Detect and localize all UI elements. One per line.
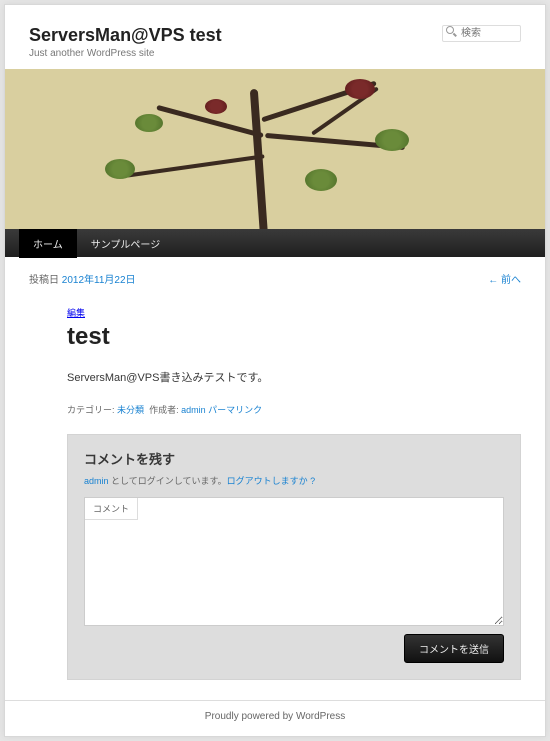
- prev-post-link[interactable]: ← 前へ: [488, 271, 521, 286]
- category-label: カテゴリー:: [67, 405, 115, 415]
- edit-link[interactable]: 編集: [67, 308, 85, 318]
- nav-item-sample[interactable]: サンプルページ: [77, 229, 175, 258]
- primary-nav: ホーム サンプルページ: [5, 229, 545, 257]
- header-image[interactable]: [5, 69, 545, 229]
- site-footer: Proudly powered by WordPress: [5, 700, 545, 736]
- post-nav: 投稿日 2012年11月22日 ← 前へ: [29, 271, 521, 286]
- post-title: test: [67, 323, 521, 351]
- post-date-link[interactable]: 2012年11月22日: [62, 275, 136, 286]
- site-header: ServersMan@VPS test Just another WordPre…: [5, 5, 545, 69]
- comment-respond: コメントを残す admin としてログインしています。ログアウトしますか ? コ…: [67, 434, 521, 680]
- post: 編集 test ServersMan@VPS書き込みテストです。 カテゴリー: …: [67, 306, 521, 680]
- search-form: [442, 23, 521, 42]
- posted-on: 投稿日 2012年11月22日: [29, 271, 136, 286]
- logged-in-user-link[interactable]: admin: [84, 476, 109, 486]
- author-label: 作成者:: [149, 405, 179, 415]
- comment-textarea[interactable]: [85, 520, 503, 625]
- post-meta: カテゴリー: 未分類 作成者: admin パーマリンク: [67, 403, 521, 416]
- author-link[interactable]: admin: [181, 405, 206, 415]
- logged-in-text: としてログインしています。: [109, 476, 227, 486]
- search-input[interactable]: [442, 25, 521, 42]
- footer-credit-link[interactable]: Proudly powered by WordPress: [205, 711, 345, 722]
- logout-link[interactable]: ログアウトしますか ?: [227, 476, 316, 486]
- reply-title: コメントを残す: [84, 449, 504, 468]
- nav-item-home[interactable]: ホーム: [19, 229, 77, 258]
- posted-on-label: 投稿日: [29, 275, 59, 286]
- site-tagline: Just another WordPress site: [29, 48, 521, 59]
- logged-in-as: admin としてログインしています。ログアウトしますか ?: [84, 474, 504, 487]
- comment-field-wrap: コメント: [84, 497, 504, 626]
- comment-label: コメント: [85, 498, 138, 520]
- submit-comment-button[interactable]: コメントを送信: [404, 634, 504, 663]
- category-link[interactable]: 未分類: [117, 405, 144, 415]
- post-content: ServersMan@VPS書き込みテストです。: [67, 369, 521, 385]
- permalink[interactable]: パーマリンク: [208, 405, 262, 415]
